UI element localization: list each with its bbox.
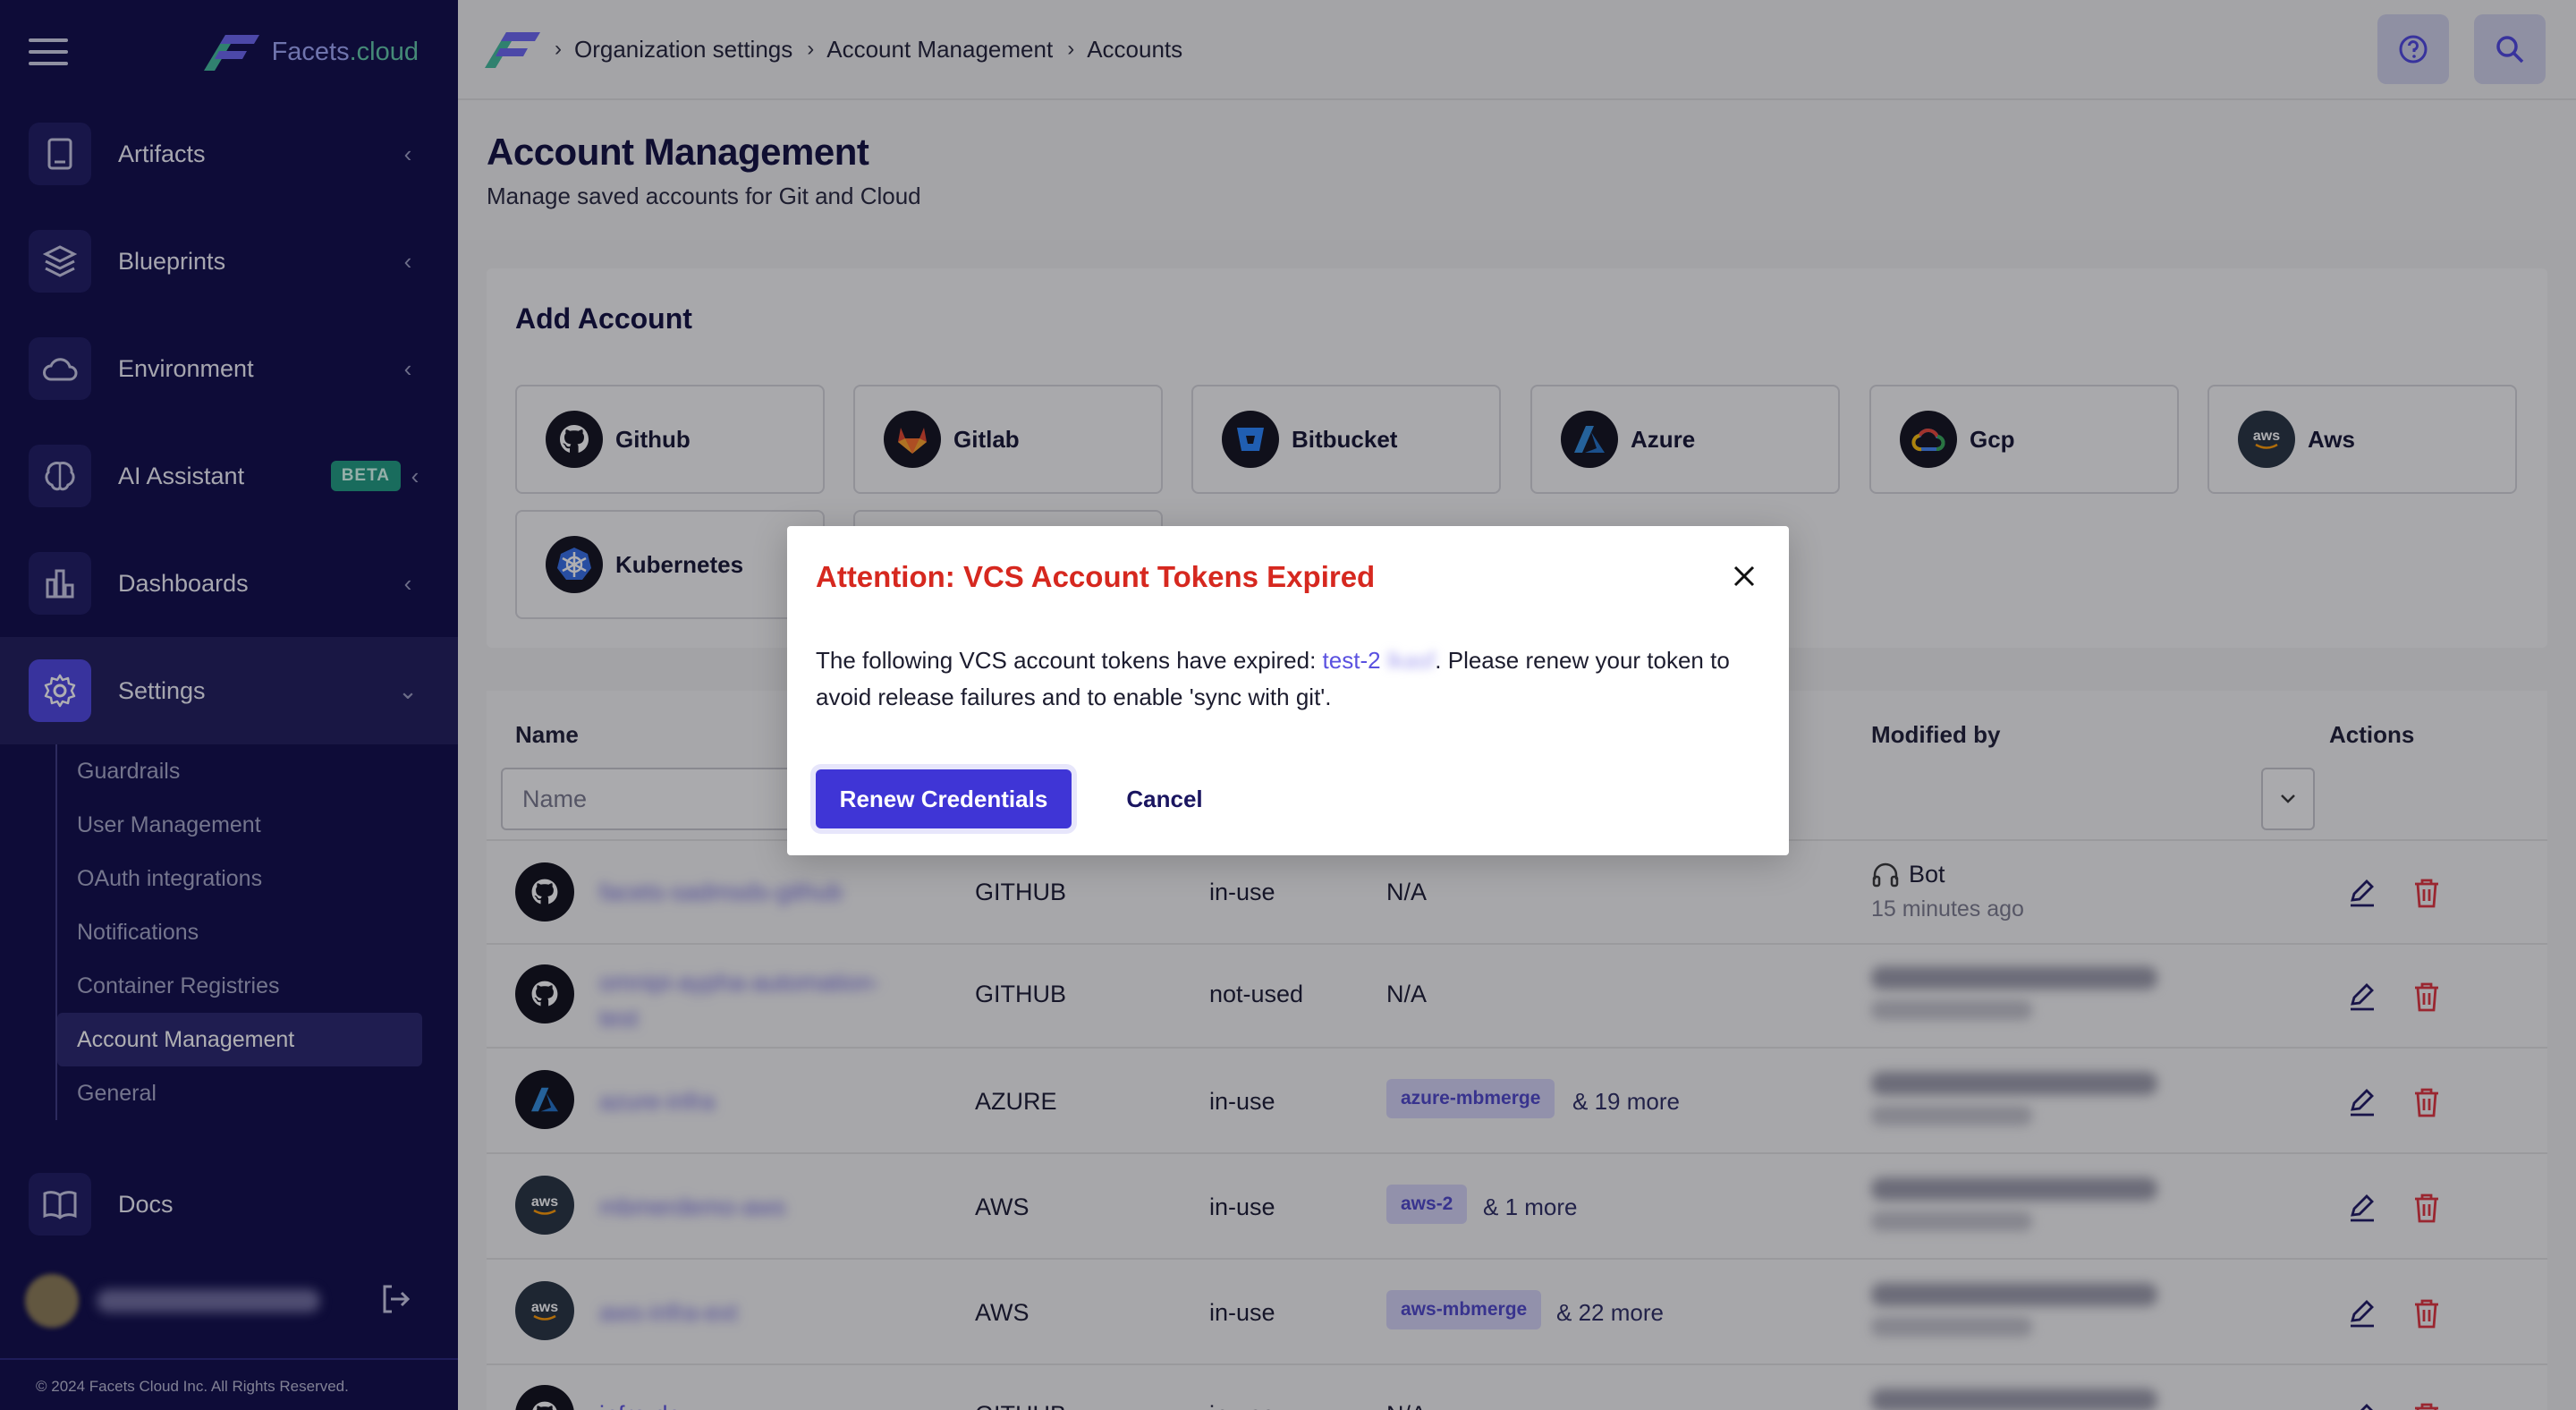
cancel-button[interactable]: Cancel xyxy=(1111,769,1218,828)
expired-tokens-dialog: Attention: VCS Account Tokens Expired Th… xyxy=(787,526,1789,855)
dialog-message: The following VCS account tokens have ex… xyxy=(816,642,1764,716)
close-icon[interactable] xyxy=(1726,558,1762,594)
renew-credentials-button[interactable]: Renew Credentials xyxy=(816,769,1072,828)
dialog-title: Attention: VCS Account Tokens Expired xyxy=(816,560,1376,593)
dialog-message-prefix: The following VCS account tokens have ex… xyxy=(816,647,1323,674)
expired-token-link[interactable]: test-2 xyxy=(1323,647,1381,674)
expired-token-redacted: lkasf xyxy=(1386,647,1436,674)
